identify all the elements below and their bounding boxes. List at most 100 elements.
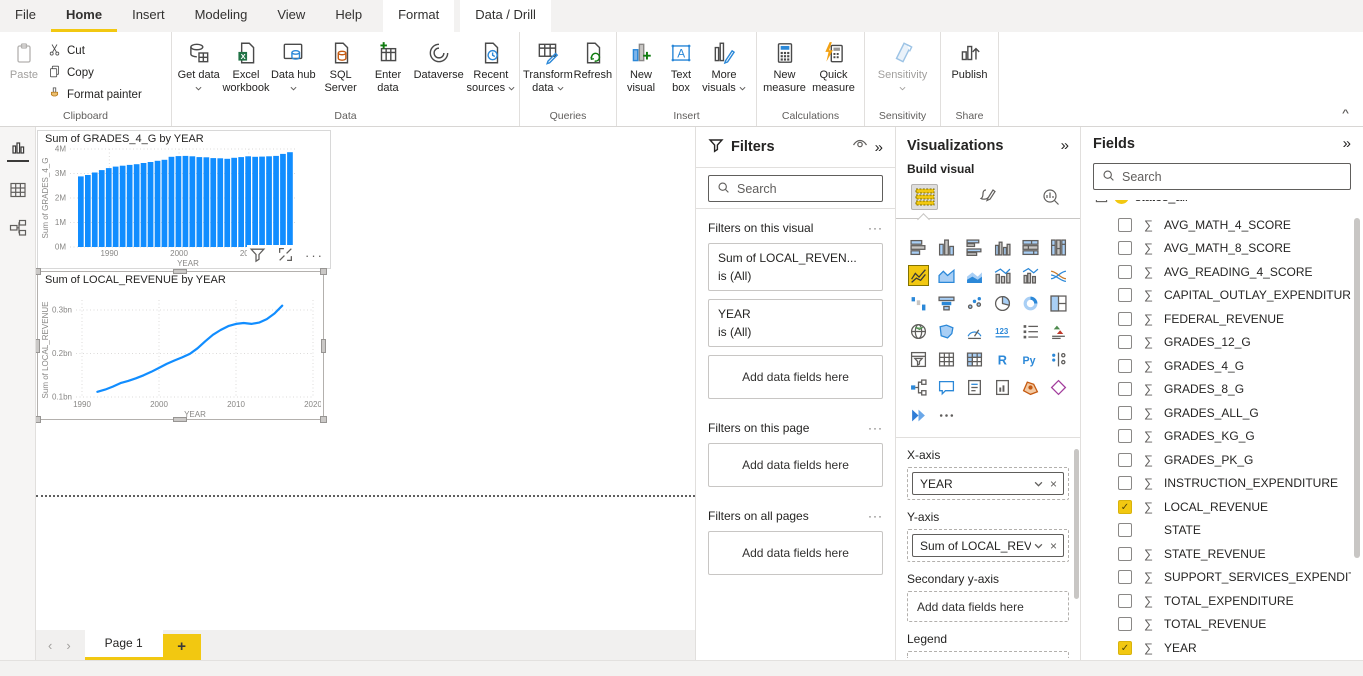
x-axis-field-pill[interactable]: YEAR × — [912, 472, 1064, 495]
field-row-grades_4_g[interactable]: ∑ GRADES_4_G — [1093, 354, 1351, 378]
cut-button[interactable]: Cut — [47, 42, 142, 60]
tab-data-drill[interactable]: Data / Drill — [460, 0, 551, 32]
clustered-bar-chart-icon[interactable] — [965, 238, 984, 257]
build-visual-tab[interactable] — [911, 184, 939, 210]
ribbon-chart-icon[interactable] — [1049, 266, 1068, 285]
field-row-state_revenue[interactable]: ∑ STATE_REVENUE — [1093, 542, 1351, 566]
tab-home[interactable]: Home — [50, 0, 118, 32]
filter-card[interactable]: YEAR is (All) — [708, 299, 883, 347]
more-options-icon[interactable]: ··· — [305, 249, 324, 262]
field-row-state[interactable]: STATE — [1093, 519, 1351, 543]
field-checkbox[interactable] — [1118, 241, 1132, 256]
power-automate-icon[interactable] — [909, 406, 928, 425]
field-checkbox[interactable]: ✓ — [1118, 640, 1132, 655]
matrix-icon[interactable] — [965, 350, 984, 369]
stacked-area-chart-icon[interactable] — [965, 266, 984, 285]
resize-handle[interactable] — [36, 416, 41, 423]
area-chart-icon[interactable] — [937, 266, 956, 285]
field-checkbox[interactable] — [1118, 617, 1132, 632]
field-row-avg_math_8_score[interactable]: ∑ AVG_MATH_8_SCORE — [1093, 237, 1351, 261]
line-chart-visual[interactable]: Sum of LOCAL_REVENUE by YEAR 0.1bn 0.2bn 0… — [36, 268, 327, 423]
more-visuals-icon[interactable] — [937, 406, 956, 425]
treemap-icon[interactable] — [1049, 294, 1068, 313]
focus-mode-icon[interactable] — [277, 246, 294, 266]
tab-insert[interactable]: Insert — [117, 0, 180, 32]
gauge-icon[interactable] — [965, 322, 984, 341]
field-row-grades_12_g[interactable]: ∑ GRADES_12_G — [1093, 331, 1351, 355]
x-axis-well[interactable]: YEAR × — [907, 467, 1069, 500]
filters-search-input[interactable] — [737, 181, 874, 196]
field-row-grades_8_g[interactable]: ∑ GRADES_8_G — [1093, 378, 1351, 402]
data-view-button[interactable] — [7, 180, 29, 200]
add-data-fields-dropzone[interactable]: Add data fields here — [708, 531, 883, 575]
quick-measure-button[interactable]: Quick measure — [809, 35, 858, 95]
filter-funnel-icon[interactable] — [249, 246, 266, 266]
field-checkbox[interactable] — [1118, 405, 1132, 420]
line-and-clustered-column-chart-icon[interactable] — [1021, 266, 1040, 285]
field-checkbox[interactable] — [1118, 288, 1132, 303]
data-hub-button[interactable]: Data hub — [270, 35, 317, 95]
waterfall-chart-icon[interactable] — [909, 294, 928, 313]
tab-format[interactable]: Format — [383, 0, 455, 32]
enter-data-button[interactable]: Enter data — [364, 35, 411, 95]
clustered-column-chart-icon[interactable] — [993, 238, 1012, 257]
tab-modeling[interactable]: Modeling — [180, 0, 263, 32]
field-row-avg_reading_4_score[interactable]: ∑ AVG_READING_4_SCORE — [1093, 260, 1351, 284]
resize-handle[interactable] — [320, 268, 327, 275]
field-checkbox[interactable]: ✓ — [1118, 499, 1132, 514]
field-row-total_revenue[interactable]: ∑ TOTAL_REVENUE — [1093, 613, 1351, 637]
section-more-options-icon[interactable]: ··· — [868, 221, 883, 235]
table-row-states-all[interactable]: ✓ states_all — [1093, 200, 1351, 213]
bar-chart-visual[interactable]: Sum of GRADES_4_G by YEAR 0M 1M 2M 3M 4M 1990… — [37, 130, 331, 269]
resize-handle[interactable] — [320, 416, 327, 423]
remove-field-icon[interactable]: × — [1046, 539, 1061, 553]
arcgis-map-icon[interactable] — [1021, 378, 1040, 397]
secondary-y-axis-well[interactable]: Add data fields here — [907, 591, 1069, 622]
dataverse-button[interactable]: Dataverse — [412, 35, 466, 82]
field-checkbox[interactable] — [1118, 476, 1132, 491]
stacked-column-chart-icon[interactable] — [937, 238, 956, 257]
field-row-local_revenue[interactable]: ✓ ∑ LOCAL_REVENUE — [1093, 495, 1351, 519]
resize-handle[interactable] — [36, 339, 40, 353]
card-icon[interactable]: 123 — [993, 322, 1012, 341]
field-row-capital_outlay_expenditure[interactable]: ∑ CAPITAL_OUTLAY_EXPENDITURE — [1093, 284, 1351, 308]
field-row-support_services_expenditure[interactable]: ∑ SUPPORT_SERVICES_EXPENDITURE — [1093, 566, 1351, 590]
line-chart-icon[interactable] — [907, 265, 929, 286]
add-data-fields-dropzone[interactable]: Add data fields here — [708, 355, 883, 399]
field-row-instruction_expenditure[interactable]: ∑ INSTRUCTION_EXPENDITURE — [1093, 472, 1351, 496]
100-stacked-column-chart-icon[interactable] — [1049, 238, 1068, 257]
field-checkbox[interactable] — [1118, 452, 1132, 467]
field-checkbox[interactable] — [1118, 264, 1132, 279]
paste-button[interactable]: Paste — [3, 35, 45, 82]
field-row-federal_revenue[interactable]: ∑ FEDERAL_REVENUE — [1093, 307, 1351, 331]
format-visual-tab[interactable] — [974, 184, 1001, 210]
field-row-avg_math_4_score[interactable]: ∑ AVG_MATH_4_SCORE — [1093, 213, 1351, 237]
paginated-report-icon[interactable] — [993, 378, 1012, 397]
field-checkbox[interactable] — [1118, 546, 1132, 561]
publish-button[interactable]: Publish — [948, 35, 992, 82]
field-row-total_expenditure[interactable]: ∑ TOTAL_EXPENDITURE — [1093, 589, 1351, 613]
q-and-a-icon[interactable] — [937, 378, 956, 397]
fields-scrollbar[interactable] — [1354, 218, 1360, 558]
field-checkbox[interactable] — [1118, 311, 1132, 326]
field-row-year[interactable]: ✓ ∑ YEAR — [1093, 636, 1351, 660]
report-canvas[interactable]: Sum of GRADES_4_G by YEAR 0M 1M 2M 3M 4M 1990… — [36, 127, 695, 660]
fields-search-input[interactable] — [1122, 169, 1342, 184]
refresh-button[interactable]: Refresh — [573, 35, 613, 82]
donut-chart-icon[interactable] — [1021, 294, 1040, 313]
filter-card[interactable]: Sum of LOCAL_REVEN... is (All) — [708, 243, 883, 291]
new-measure-button[interactable]: New measure — [760, 35, 809, 95]
copy-button[interactable]: Copy — [47, 64, 142, 82]
slicer-icon[interactable] — [909, 350, 928, 369]
eye-icon[interactable] — [852, 137, 868, 157]
previous-page-arrow-icon[interactable]: ‹ — [48, 639, 52, 652]
tab-help[interactable]: Help — [320, 0, 377, 32]
visualizations-scrollbar[interactable] — [1074, 449, 1079, 599]
smart-narrative-icon[interactable] — [965, 378, 984, 397]
new-page-button[interactable]: + — [162, 634, 201, 660]
field-checkbox[interactable] — [1118, 358, 1132, 373]
section-more-options-icon[interactable]: ··· — [868, 421, 883, 435]
stacked-bar-chart-icon[interactable] — [909, 238, 928, 257]
y-axis-field-pill[interactable]: Sum of LOCAL_REVEN... × — [912, 534, 1064, 557]
section-more-options-icon[interactable]: ··· — [868, 509, 883, 523]
